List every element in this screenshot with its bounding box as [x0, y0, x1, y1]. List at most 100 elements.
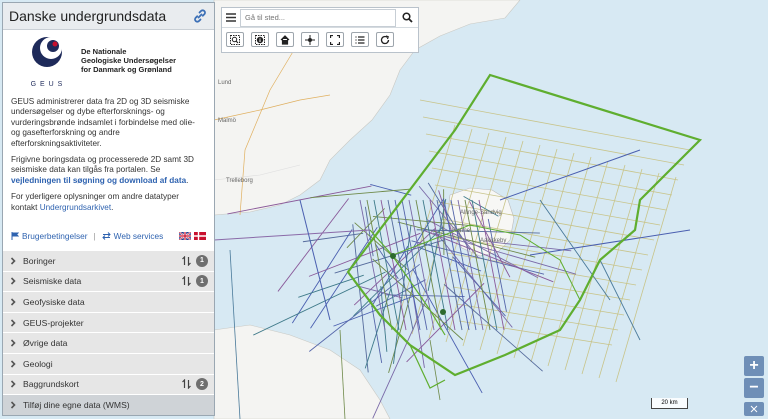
survey-line [310, 188, 412, 199]
menu-icon[interactable] [222, 8, 240, 28]
list-icon [355, 35, 365, 44]
organization-name: De Nationale Geologiske Undersøgelser fo… [81, 46, 177, 74]
list-button[interactable] [351, 32, 369, 47]
archive-link[interactable]: Undergrundsarkivet [40, 203, 111, 212]
layer-row[interactable]: Geofysiske data [3, 291, 214, 312]
survey-line [443, 284, 543, 372]
fullscreen-icon [330, 34, 340, 45]
map-label-trelleborg: Trelleborg [226, 178, 253, 184]
zoom-box-button[interactable] [226, 32, 244, 47]
info-paragraph-1: GEUS administrerer data fra 2D og 3D sei… [11, 97, 195, 148]
search-icon [401, 12, 413, 23]
info-paragraph-2: Frigivne boringsdata og processerede 2D … [11, 155, 194, 185]
count-badge: 1 [196, 254, 208, 267]
chevron-right-icon [10, 277, 16, 285]
chevron-right-icon [10, 319, 16, 327]
expand-button[interactable] [744, 402, 764, 416]
layer-label: Seismiske data [23, 276, 82, 287]
survey-line [415, 199, 442, 331]
map-label-ronne: Rønne [452, 228, 471, 234]
terms-link[interactable]: Brugerbetingelser [22, 231, 88, 241]
map-label-lund: Lund [218, 80, 232, 86]
info-paragraph-3: For yderligere oplysninger om andre data… [11, 192, 179, 212]
info-text: GEUS administrerer data fra 2D og 3D sei… [3, 92, 214, 213]
chevron-right-icon [10, 401, 16, 409]
home-button[interactable] [276, 32, 294, 47]
sort-icon[interactable] [182, 255, 191, 266]
grid-line [428, 150, 673, 196]
home-icon [280, 34, 290, 45]
zoom-out-button[interactable]: − [744, 378, 764, 398]
logo-text: G E U S [30, 81, 64, 88]
sidebar-header: Danske undergrundsdata [3, 3, 214, 30]
chevron-right-icon [10, 380, 16, 388]
layer-label: Tilføj dine egne data (WMS) [23, 399, 130, 410]
survey-line [429, 339, 441, 401]
layer-list: Boringer 1 Seismiske data 1 Geofysiske data G… [3, 250, 214, 415]
danish-flag-icon[interactable] [194, 232, 206, 240]
sort-icon[interactable] [182, 276, 191, 287]
grid-line [449, 269, 631, 301]
count-badge: 1 [196, 275, 208, 288]
layer-label: Boringer [23, 255, 56, 266]
refresh-button[interactable] [376, 32, 394, 47]
geus-branding: G E U S De Nationale Geologiske Undersøg… [3, 30, 214, 92]
search-button[interactable] [396, 8, 418, 28]
layer-label: GEUS-projekter [23, 317, 84, 328]
search-input[interactable] [240, 8, 396, 27]
survey-line [299, 199, 331, 321]
locate-button[interactable] [301, 32, 319, 47]
zoom-in-button[interactable]: + [744, 356, 764, 376]
grid-line [496, 148, 558, 355]
fullscreen-button[interactable] [326, 32, 344, 47]
layer-row[interactable]: Tilføj dine egne data (WMS) [3, 394, 214, 415]
webservices-link[interactable]: Web services [114, 231, 164, 241]
info-button[interactable] [251, 32, 269, 47]
page-title: Danske undergrundsdata [9, 8, 167, 24]
uk-flag-icon[interactable] [179, 232, 191, 240]
scale-bar: 20 km [651, 398, 688, 409]
info-icon [255, 34, 265, 45]
count-badge: 2 [196, 378, 208, 391]
chevron-right-icon [10, 339, 16, 347]
crosshair-icon [305, 34, 315, 45]
grid-line [581, 168, 643, 375]
grid-line [513, 152, 575, 359]
footer-links: Brugerbetingelser | Web services [3, 228, 214, 244]
link-icon[interactable] [192, 8, 208, 24]
chevron-right-icon [10, 298, 16, 306]
survey-line [291, 229, 353, 324]
layer-row[interactable]: Boringer 1 [3, 250, 214, 271]
map-label-allinge: Allinge-Sandvig [460, 210, 502, 216]
well-point-2 [440, 309, 446, 315]
layer-row[interactable]: Geologi [3, 352, 214, 374]
layer-label: Geofysiske data [23, 296, 85, 307]
layer-row[interactable]: Seismiske data 1 [3, 270, 214, 292]
sidebar: Danske undergrundsdata G E U S De Nation… [2, 2, 215, 416]
expand-icon [750, 405, 758, 413]
chevron-right-icon [10, 360, 16, 368]
land-denmark [213, 324, 391, 419]
grid-line [452, 286, 625, 316]
layer-label: Øvrige data [23, 338, 68, 349]
layer-row[interactable]: GEUS-projekter [3, 311, 214, 333]
refresh-icon [380, 34, 390, 44]
divider: | [93, 231, 96, 241]
search-toolbar [221, 7, 419, 53]
flag-icon [11, 232, 19, 240]
guide-link[interactable]: vejledningen til søgning og download af … [11, 176, 186, 185]
grid-line [615, 176, 677, 383]
layer-row[interactable]: Øvrige data [3, 332, 214, 353]
well-point-1 [390, 253, 396, 259]
map-label-malmo: Malmö [218, 118, 237, 124]
chevron-right-icon [10, 257, 16, 265]
geus-logo: G E U S [27, 32, 67, 88]
survey-line [539, 199, 611, 301]
layer-row[interactable]: Baggrundskort 2 [3, 373, 214, 395]
layer-label: Geologi [23, 358, 53, 369]
survey-line [277, 198, 350, 292]
sort-icon[interactable] [182, 379, 191, 390]
map-label-aakirkeby: Aakirkeby [480, 238, 507, 244]
zoom-box-icon [230, 34, 240, 45]
layer-label: Baggrundskort [23, 379, 79, 390]
